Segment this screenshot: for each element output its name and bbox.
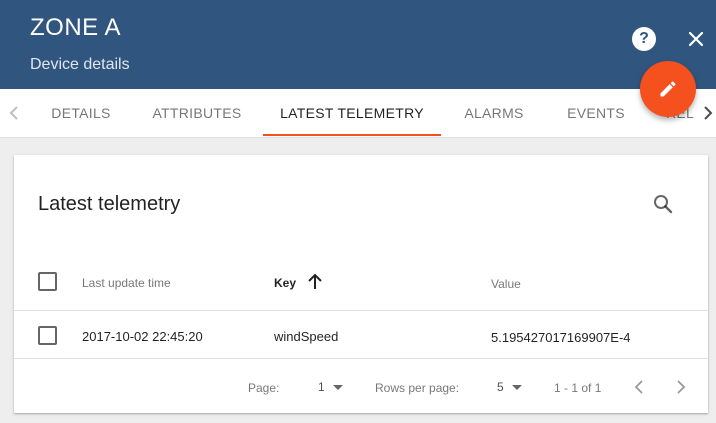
column-header-value[interactable]: Value xyxy=(491,277,521,291)
page-select[interactable]: 1 xyxy=(318,377,343,397)
search-button[interactable] xyxy=(651,192,675,216)
tab-bar: DETAILS ATTRIBUTES LATEST TELEMETRY ALAR… xyxy=(0,89,716,138)
chevron-left-icon xyxy=(9,106,18,120)
page-title: ZONE A xyxy=(30,14,122,41)
cell-last-update-time: 2017-10-02 22:45:20 xyxy=(82,329,203,344)
active-tab-indicator xyxy=(263,134,441,136)
search-icon xyxy=(654,195,673,214)
next-page-button[interactable] xyxy=(670,377,690,397)
tab-alarms[interactable]: ALARMS xyxy=(452,89,536,137)
chevron-left-icon xyxy=(634,380,643,394)
page-select-value: 1 xyxy=(318,380,325,394)
help-button[interactable]: ? xyxy=(632,27,656,51)
rows-per-page-value: 5 xyxy=(497,380,504,394)
pagination-range: 1 - 1 of 1 xyxy=(554,381,602,395)
close-button[interactable] xyxy=(684,27,708,51)
header-divider xyxy=(14,310,708,311)
help-icon: ? xyxy=(639,30,649,47)
card-title: Latest telemetry xyxy=(38,193,181,215)
tab-events[interactable]: EVENTS xyxy=(556,89,636,137)
edit-icon xyxy=(660,81,676,97)
tab-attributes[interactable]: ATTRIBUTES xyxy=(142,89,252,137)
cell-key: windSpeed xyxy=(274,329,339,344)
tab-details[interactable]: DETAILS xyxy=(40,89,122,137)
rows-per-page-label: Rows per page: xyxy=(375,381,460,395)
header: ZONE A Device details ? xyxy=(0,0,716,89)
sort-ascending-icon[interactable] xyxy=(305,272,325,292)
chevron-down-icon xyxy=(332,384,343,390)
column-header-key[interactable]: Key xyxy=(274,276,296,290)
rows-per-page-select[interactable]: 5 xyxy=(497,377,522,397)
edit-button[interactable] xyxy=(640,61,696,117)
page-label: Page: xyxy=(248,381,280,395)
chevron-down-icon xyxy=(511,384,522,390)
select-all-checkbox[interactable] xyxy=(38,272,57,291)
chevron-right-icon xyxy=(704,106,713,120)
cell-value: 5.195427017169907E-4 xyxy=(491,330,631,345)
tabs-scroll-right[interactable] xyxy=(698,103,716,123)
tabs-scroll-left[interactable] xyxy=(4,103,24,123)
row-checkbox[interactable] xyxy=(38,326,57,345)
row-divider xyxy=(14,358,708,359)
telemetry-card: Latest telemetry Last update time Key Va… xyxy=(14,155,708,413)
previous-page-button[interactable] xyxy=(630,377,650,397)
column-header-last-update-time[interactable]: Last update time xyxy=(82,276,171,290)
tab-latest-telemetry[interactable]: LATEST TELEMETRY xyxy=(263,89,441,137)
close-icon xyxy=(688,31,704,47)
chevron-right-icon xyxy=(677,380,686,394)
page-subtitle: Device details xyxy=(30,56,130,73)
